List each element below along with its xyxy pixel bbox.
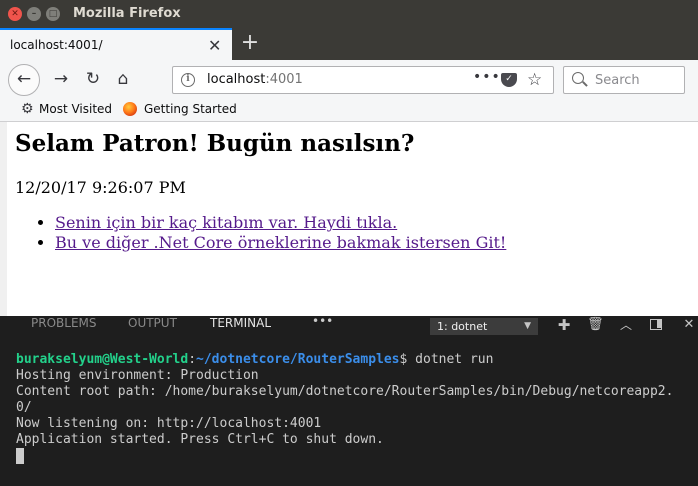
link-list: Senin için bir kaç kitabım var. Haydi tı… — [55, 213, 506, 253]
bookmark-star-icon[interactable]: ☆ — [527, 70, 542, 90]
trash-icon[interactable]: 🗑 — [587, 316, 604, 334]
terminal-line: Content root path: /home/burakselyum/dot… — [16, 384, 674, 399]
url-text[interactable]: localhost:4001 — [207, 72, 303, 87]
new-tab-button[interactable]: + — [238, 30, 262, 55]
reload-icon: ↻ — [85, 69, 101, 89]
chevron-down-icon: ▼ — [524, 321, 531, 331]
search-bar[interactable]: Search — [563, 66, 685, 94]
terminal-cursor — [16, 448, 24, 464]
bookmark-label: Getting Started — [144, 102, 237, 116]
page-content: Selam Patron! Bugün nasılsın? 12/20/17 9… — [7, 122, 698, 316]
tab-strip: localhost:4001/ ✕ + — [0, 28, 698, 60]
window-minimize-button[interactable]: – — [27, 7, 41, 21]
list-item: Senin için bir kaç kitabım var. Haydi tı… — [55, 213, 506, 233]
window-close-button[interactable]: ✕ — [8, 7, 22, 21]
terminal-prompt-line: burakselyum@West-World:~/dotnetcore/Rout… — [16, 352, 494, 367]
tab-terminal[interactable]: TERMINAL — [210, 316, 271, 330]
books-link[interactable]: Senin için bir kaç kitabım var. Haydi tı… — [55, 213, 397, 232]
search-icon — [572, 72, 584, 84]
arrow-right-icon: → — [53, 69, 69, 89]
terminal-line: Now listening on: http://localhost:4001 — [16, 416, 322, 431]
terminal-cursor-line — [16, 448, 698, 464]
window-title: Mozilla Firefox — [73, 6, 181, 21]
chevron-up-icon[interactable]: ︿ — [618, 316, 634, 334]
arrow-left-icon: ← — [16, 69, 32, 89]
home-icon: ⌂ — [117, 69, 129, 89]
page-datetime: 12/20/17 9:26:07 PM — [15, 178, 186, 197]
bookmark-label: Most Visited — [39, 102, 113, 116]
site-info-icon[interactable]: i — [181, 73, 195, 87]
tab-output[interactable]: OUTPUT — [128, 316, 177, 330]
more-icon[interactable]: ••• — [312, 314, 333, 328]
terminal-select-value: 1: dotnet — [437, 320, 488, 333]
terminal-select[interactable]: 1: dotnet ▼ — [430, 318, 538, 335]
prompt-command: $ dotnet run — [399, 352, 494, 367]
title-bar: ✕ – □ Mozilla Firefox — [0, 0, 698, 28]
navigation-toolbar: ← → ↻ ⌂ i localhost:4001 ••• ✓ ☆ Search — [0, 60, 698, 98]
firefox-icon — [123, 102, 137, 116]
tab-title: localhost:4001/ — [10, 38, 103, 52]
tab-localhost[interactable]: localhost:4001/ ✕ — [0, 28, 232, 60]
bookmarks-toolbar: ⚙ Most Visited Getting Started — [0, 98, 698, 122]
terminal-line: 0/ — [16, 400, 32, 415]
home-button[interactable]: ⌂ — [112, 68, 134, 90]
maximize-panel-icon[interactable] — [650, 319, 662, 330]
prompt-user: burakselyum@West-World — [16, 352, 189, 367]
tab-close-icon[interactable]: ✕ — [208, 36, 221, 55]
terminal-line: Application started. Press Ctrl+C to shu… — [16, 432, 384, 447]
page-actions-icon[interactable]: ••• — [473, 69, 501, 85]
terminal-line: Hosting environment: Production — [16, 368, 259, 383]
plus-icon[interactable]: ✚ — [556, 316, 572, 334]
prompt-path: ~/dotnetcore/RouterSamples — [196, 352, 400, 367]
terminal-output[interactable]: burakselyum@West-World:~/dotnetcore/Rout… — [16, 352, 698, 464]
firefox-window: ✕ – □ Mozilla Firefox localhost:4001/ ✕ … — [0, 0, 698, 316]
reload-button[interactable]: ↻ — [82, 68, 104, 90]
window-maximize-button[interactable]: □ — [46, 7, 60, 21]
search-placeholder: Search — [595, 73, 640, 88]
forward-button[interactable]: → — [50, 68, 72, 90]
panel-tabs: PROBLEMS OUTPUT TERMINAL ••• 1: dotnet ▼… — [0, 314, 698, 336]
pocket-icon[interactable]: ✓ — [501, 73, 517, 87]
page-heading: Selam Patron! Bugün nasılsın? — [15, 130, 415, 157]
back-button[interactable]: ← — [8, 64, 40, 96]
terminal-panel: PROBLEMS OUTPUT TERMINAL ••• 1: dotnet ▼… — [0, 314, 698, 486]
tab-problems[interactable]: PROBLEMS — [31, 316, 97, 330]
list-item: Bu ve diğer .Net Core örneklerine bakmak… — [55, 233, 506, 253]
gear-icon: ⚙ — [21, 101, 34, 117]
close-icon[interactable]: ✕ — [681, 316, 697, 334]
url-bar[interactable]: i localhost:4001 ••• ✓ ☆ — [172, 66, 554, 94]
netcore-samples-link[interactable]: Bu ve diğer .Net Core örneklerine bakmak… — [55, 233, 506, 252]
